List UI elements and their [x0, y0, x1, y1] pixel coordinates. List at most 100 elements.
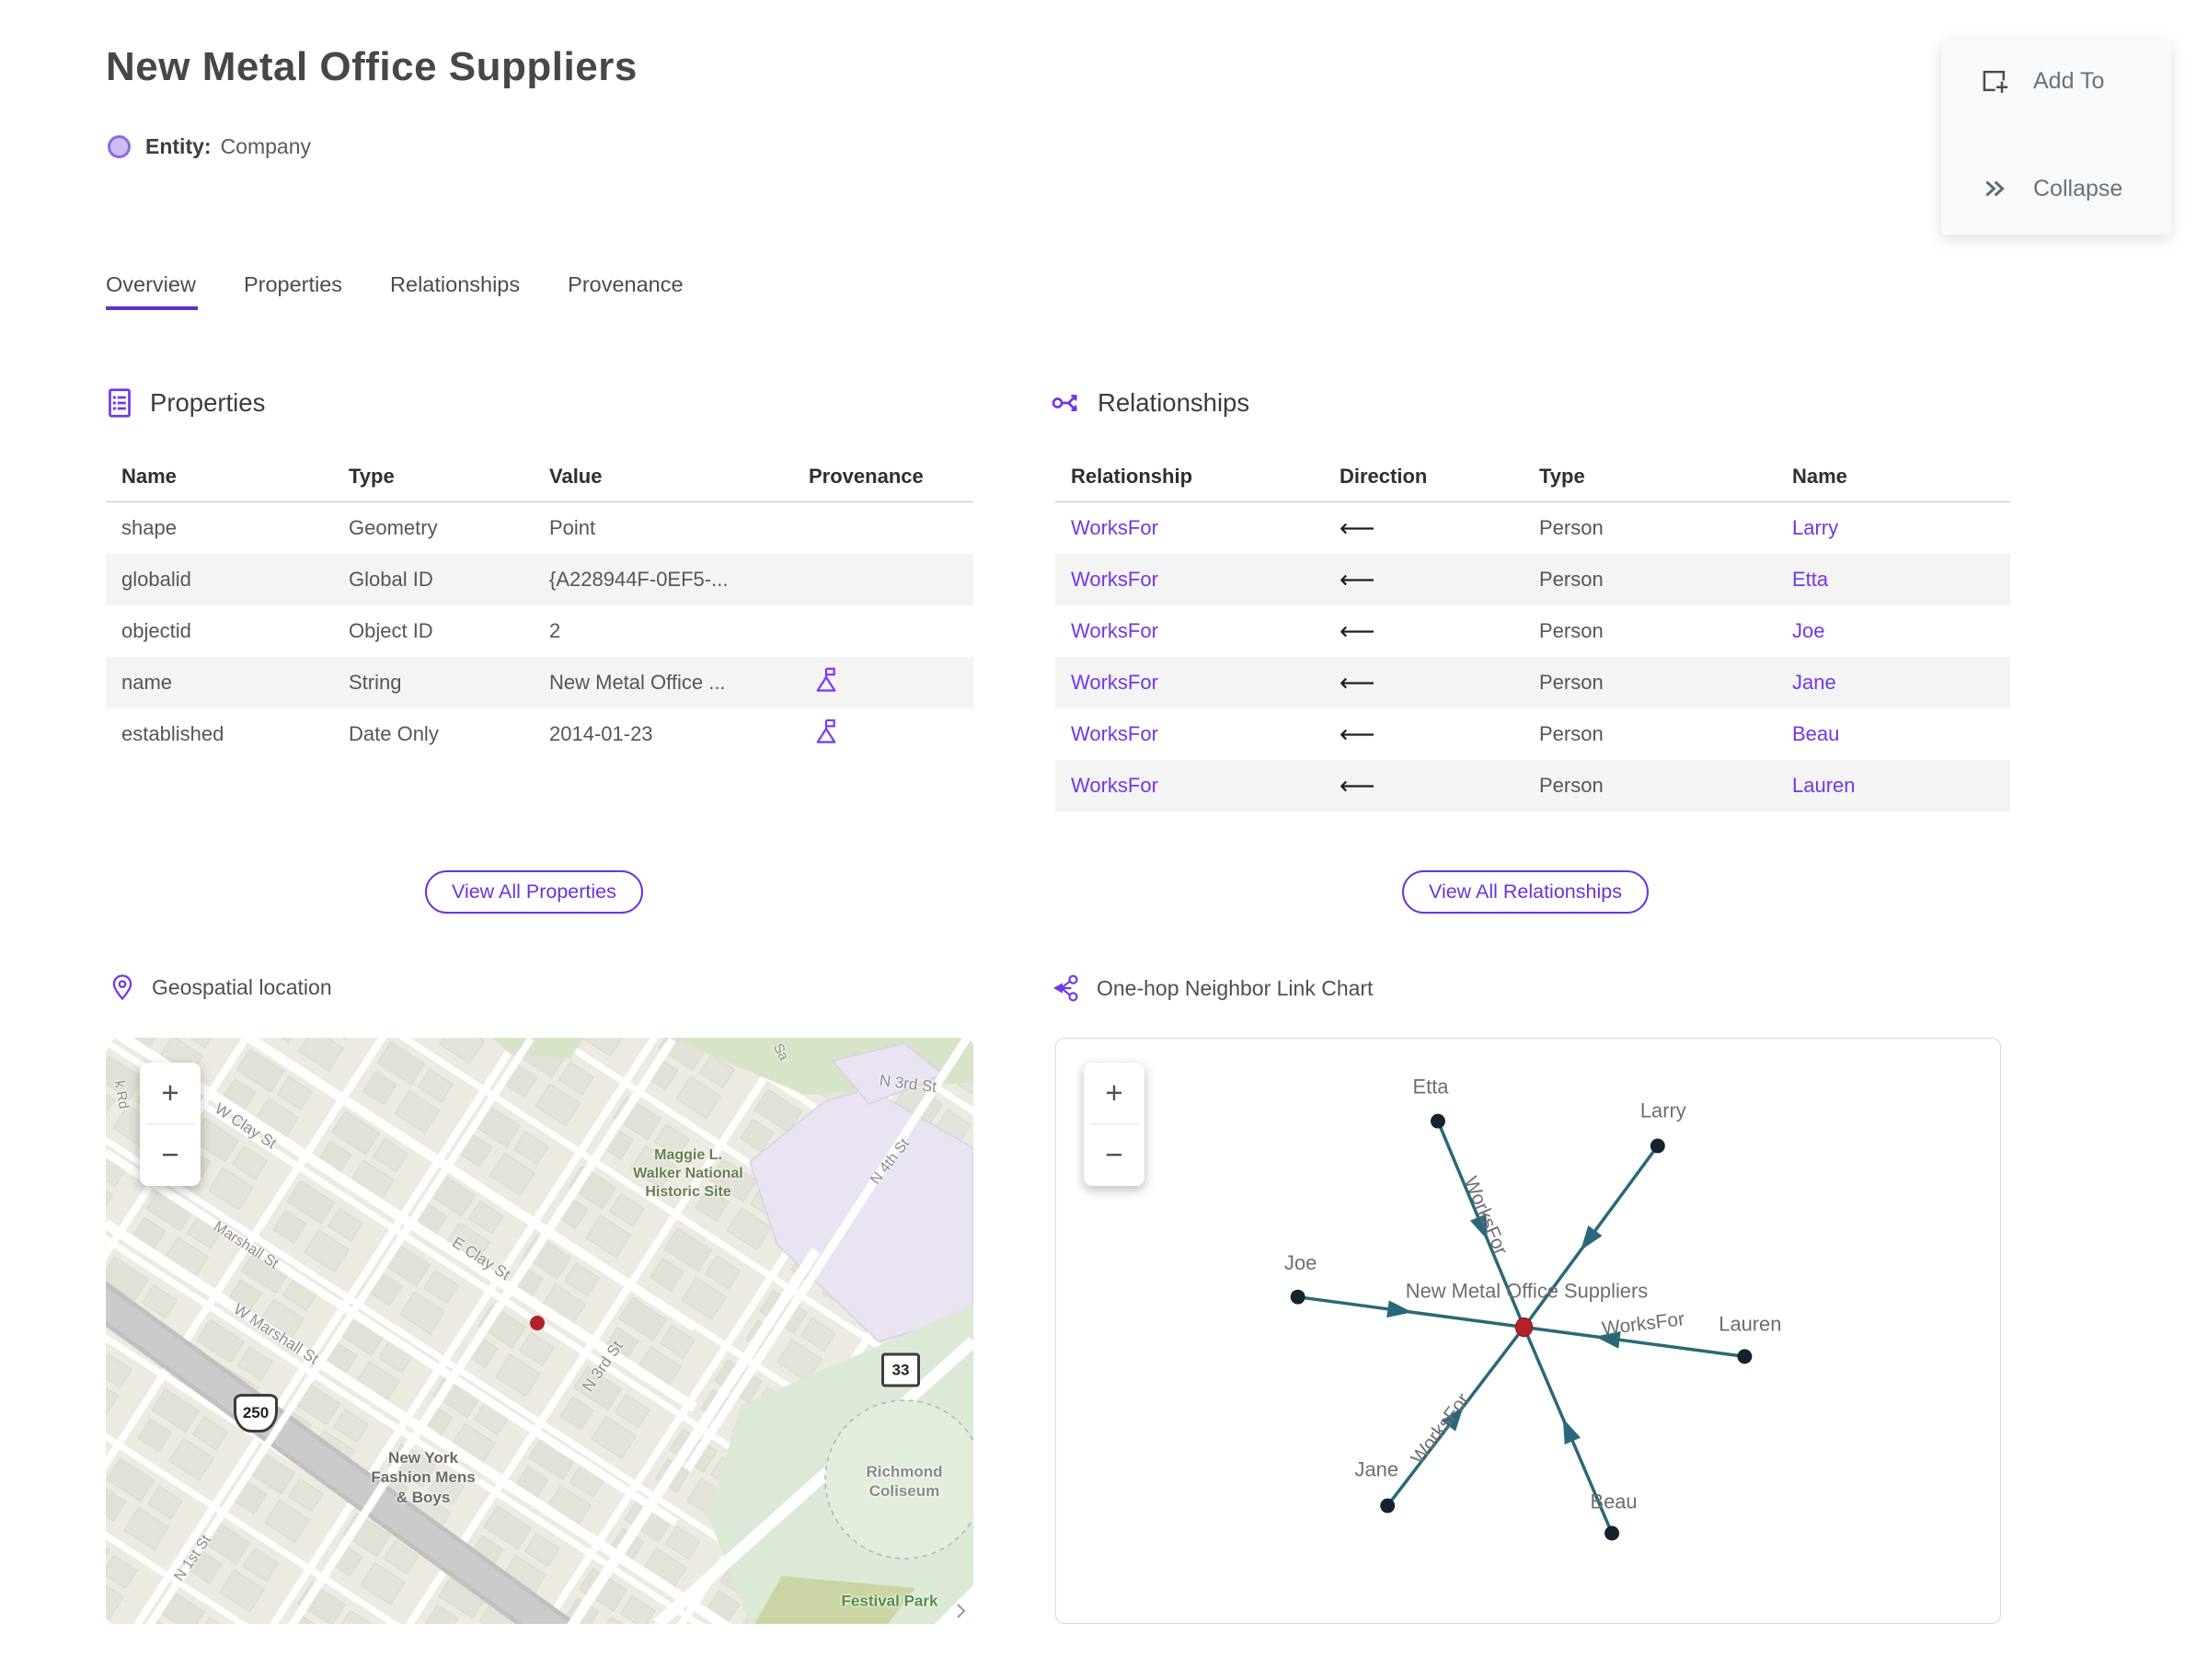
double-chevron-right-icon [1985, 180, 2005, 197]
graph-node-beau[interactable] [1604, 1525, 1620, 1541]
relationship-link[interactable]: WorksFor [1071, 516, 1158, 539]
graph-node-etta[interactable] [1430, 1113, 1445, 1129]
graph-node-joe[interactable] [1290, 1289, 1305, 1305]
provenance-flag-icon[interactable] [813, 718, 839, 745]
prop-type-cell: Global ID [349, 568, 433, 591]
table-row: objectid Object ID 2 [106, 605, 973, 657]
graph-node-larry[interactable] [1650, 1138, 1665, 1154]
map[interactable]: + − k Rd W Clay St Sa N 3rd St N 4th St Maggi… [106, 1038, 973, 1624]
col-header: Type [1539, 464, 1585, 488]
relationship-cell: WorksFor [1055, 774, 1324, 798]
graph-node-label: Beau [1591, 1490, 1638, 1513]
prop-value-cell: 2014-01-23 [549, 722, 653, 745]
link-chart[interactable]: WorksFor WorksFor WorksFor Etta Larry Joe Laur… [1055, 1038, 2001, 1624]
type-cell: Person [1539, 516, 1604, 539]
map-zoom-in-button[interactable]: + [140, 1063, 201, 1123]
entity-name-link[interactable]: Beau [1792, 722, 1839, 745]
page-title: New Metal Office Suppliers [106, 44, 638, 89]
type-cell: Person [1539, 568, 1604, 591]
entity-name-link[interactable]: Joe [1792, 619, 1824, 642]
type-cell: Person [1539, 671, 1604, 694]
direction-arrow-icon: ⟵ [1340, 668, 1375, 697]
properties-icon [109, 388, 131, 418]
relationship-link[interactable]: WorksFor [1071, 671, 1158, 694]
graph-center-label: New Metal Office Suppliers [1406, 1280, 1648, 1303]
add-to-button[interactable]: Add To [1980, 66, 2171, 96]
properties-table-body: shape Geometry Point globalid Global ID {A228… [106, 502, 973, 760]
entity-label: Entity: [145, 134, 212, 158]
col-header: Type [349, 464, 395, 488]
graph-edge-arrow-icon [1562, 1418, 1581, 1445]
tab-properties[interactable]: Properties [244, 272, 342, 310]
add-to-icon [1983, 70, 2009, 95]
prop-value-cell: New Metal Office ... [549, 671, 726, 694]
graph-edge-label: WorksFor [1460, 1174, 1512, 1259]
type-cell: Person [1539, 619, 1604, 642]
direction-cell: ⟵ [1324, 669, 1524, 697]
table-row: globalid Global ID {A228944F-0EF5-... [106, 554, 973, 605]
direction-cell: ⟵ [1324, 772, 1524, 800]
properties-section-header: Properties [103, 386, 265, 420]
relationship-link[interactable]: WorksFor [1071, 568, 1158, 591]
route-shield: 33 [881, 1352, 920, 1387]
map-pin-icon [112, 974, 132, 1001]
geospatial-title: Geospatial location [152, 974, 332, 999]
table-row: WorksFor ⟵ Person Larry [1055, 502, 2010, 554]
relationships-section-header: Relationships [1051, 386, 1249, 420]
relationships-table-header: Relationship Direction Type Name [1055, 451, 2010, 502]
entity-name-link[interactable]: Larry [1792, 516, 1838, 539]
prop-type-cell: Date Only [349, 722, 439, 745]
actions-panel: Add To Collapse [1941, 39, 2171, 235]
map-street-label: New York Fashion Mens & Boys [371, 1449, 476, 1506]
col-header: Name [121, 464, 177, 488]
type-cell: Person [1539, 722, 1604, 745]
prop-name-cell: name [121, 671, 173, 694]
name-cell: Lauren [1777, 774, 2010, 798]
entity-type-icon [108, 135, 131, 158]
relationship-link[interactable]: WorksFor [1071, 619, 1158, 642]
relationship-cell: WorksFor [1055, 619, 1324, 643]
provenance-flag-icon[interactable] [813, 666, 839, 694]
graph-node-jane[interactable] [1380, 1498, 1396, 1513]
relationship-cell: WorksFor [1055, 722, 1324, 746]
map-zoom-out-button[interactable]: − [140, 1124, 201, 1185]
graph-center-node[interactable] [1514, 1317, 1534, 1338]
graph-node-lauren[interactable] [1737, 1349, 1753, 1364]
tab-provenance[interactable]: Provenance [568, 272, 683, 310]
prop-name-cell: established [121, 722, 224, 745]
map-zoom-control: + − [140, 1063, 201, 1186]
relationship-cell: WorksFor [1055, 671, 1324, 695]
view-all-relationships-button[interactable]: View All Relationships [1402, 870, 1649, 914]
prop-name-cell: objectid [121, 619, 191, 642]
collapse-button[interactable]: Collapse [1980, 174, 2171, 203]
table-row: WorksFor ⟵ Person Beau [1055, 708, 2010, 760]
entity-name-link[interactable]: Etta [1792, 568, 1828, 591]
entity-name-link[interactable]: Lauren [1792, 774, 1856, 797]
relationship-link[interactable]: WorksFor [1071, 774, 1158, 797]
properties-section-title: Properties [150, 388, 266, 417]
graph-edge-arrow-icon [1581, 1225, 1603, 1251]
col-header: Name [1792, 464, 1847, 488]
type-cell: Person [1539, 774, 1604, 797]
relationship-link[interactable]: WorksFor [1071, 722, 1158, 745]
tab-overview[interactable]: Overview [106, 272, 198, 310]
table-row: WorksFor ⟵ Person Joe [1055, 605, 2010, 657]
view-all-properties-button[interactable]: View All Properties [425, 870, 643, 914]
chart-zoom-out-button[interactable]: − [1084, 1124, 1144, 1185]
direction-arrow-icon: ⟵ [1340, 513, 1375, 543]
prop-name-cell: shape [121, 516, 177, 539]
tab-relationships[interactable]: Relationships [390, 272, 520, 310]
chart-zoom-in-button[interactable]: + [1084, 1063, 1144, 1123]
map-marker[interactable] [530, 1316, 545, 1330]
direction-cell: ⟵ [1324, 617, 1524, 646]
entity-name-link[interactable]: Jane [1792, 671, 1836, 694]
properties-table: Name Type Value Provenance shape Geometry… [106, 451, 973, 760]
geospatial-header: Geospatial location [109, 973, 332, 1001]
graph-node-label: Etta [1413, 1076, 1450, 1099]
relationships-icon [1052, 394, 1077, 412]
table-row: shape Geometry Point [106, 502, 973, 554]
prop-provenance-cell [793, 666, 973, 699]
direction-cell: ⟵ [1324, 514, 1524, 543]
route-shield: 250 [234, 1394, 278, 1433]
direction-arrow-icon: ⟵ [1340, 719, 1375, 749]
